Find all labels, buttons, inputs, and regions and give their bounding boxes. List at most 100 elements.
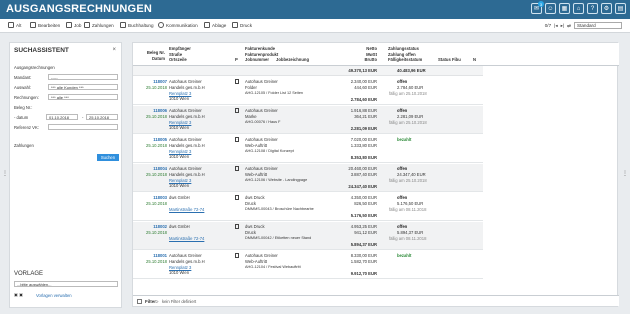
beleg-nr[interactable]: 118004 <box>147 166 167 172</box>
header-n[interactable]: N <box>473 57 476 63</box>
user-icon[interactable]: ☺ <box>545 3 556 14</box>
beleg-nr[interactable]: 118007 <box>147 79 167 85</box>
ortszeile: 1010 Wien <box>169 154 190 159</box>
sum-row: 49.370,13 EUR 40.483,96 EUR <box>133 66 483 76</box>
brutto: 24.347,40 EUR <box>348 184 377 189</box>
view-icon[interactable]: ⇄ <box>567 23 571 29</box>
mandant-select[interactable]: ----- <box>48 74 118 80</box>
copy-icon[interactable]: ▣ <box>19 292 23 297</box>
netto: 8.330,00 EUR <box>350 253 377 258</box>
referenz-field[interactable] <box>48 124 118 130</box>
close-icon[interactable]: × <box>112 47 116 53</box>
view-select[interactable]: Standard <box>574 22 622 29</box>
datum-label: - datum <box>14 115 29 120</box>
filter-bar: Filter: › kein Filter definiert <box>133 295 619 306</box>
grid-icon[interactable]: ▤ <box>615 3 626 14</box>
ausgangsrechnungen-link[interactable]: Ausgangsrechnungen <box>14 65 55 70</box>
table-row[interactable]: 118001 25.10.2018 Autohaus Greiner Hande… <box>133 251 483 279</box>
netto: 4.350,00 EUR <box>350 195 377 200</box>
filter-checkbox[interactable] <box>137 299 142 304</box>
vorlage-select[interactable]: ...bitte auswählen... <box>14 281 118 287</box>
zahlungsstatus: bezahlt <box>397 253 412 258</box>
search-assistant-panel: SUCHASSISTENT × Ausgangsrechnungen Manda… <box>9 42 122 308</box>
pdf-icon[interactable] <box>235 253 239 260</box>
netto: 7.020,00 EUR <box>350 137 377 142</box>
folder-icon <box>204 22 210 28</box>
search-button[interactable]: Suchen <box>97 154 119 161</box>
pdf-icon[interactable] <box>235 195 239 202</box>
home-icon[interactable]: ⌂ <box>573 3 584 14</box>
toolbar-buchhaltung[interactable]: Buchhaltung <box>120 22 154 28</box>
beleg-datum: 25.10.2018 <box>146 85 167 90</box>
fakturenkunde: Autohaus Greiner <box>245 137 278 142</box>
mwst: 3.887,40 EUR <box>350 172 377 177</box>
mail-icon[interactable]: ✉ 3 <box>531 1 544 14</box>
beleg-nr[interactable]: 118003 <box>147 195 167 201</box>
table-row[interactable]: 118002 25.10.2018 dws GmbH Martinstraße … <box>133 222 483 250</box>
pdf-icon[interactable] <box>235 137 239 144</box>
toolbar-ablage[interactable]: Ablage <box>204 22 226 28</box>
collapse-right-icon[interactable]: ⋮ <box>622 170 628 177</box>
ortszeile: 1010 Wien <box>169 183 190 188</box>
edit-icon <box>30 22 36 28</box>
zahlungen-label[interactable]: Zahlungen <box>14 143 34 148</box>
header-zahlungsstatus[interactable]: Zahlungsstatus Zahlung offen Fälligkeitsst… <box>388 46 422 63</box>
toolbar-druck[interactable]: Druck <box>232 22 252 28</box>
header-netto[interactable]: Netto MwSt Brutto <box>343 46 377 63</box>
back-icon <box>8 22 14 28</box>
rechnungen-select[interactable]: *** alle *** <box>48 94 118 100</box>
table-row[interactable]: 118007 25.10.2018 Autohaus Greiner Hande… <box>133 77 483 105</box>
toolbar-zahlungen[interactable]: Zahlungen <box>84 22 114 28</box>
strasse-link[interactable]: Martinstraße 72-74 <box>169 236 204 242</box>
netto: 2.340,00 EUR <box>350 79 377 84</box>
date-separator: - <box>82 115 84 120</box>
zahlungsstatus: offen <box>397 195 408 200</box>
empfaenger: Autohaus Greiner <box>169 253 202 258</box>
calendar-icon[interactable]: ▦ <box>559 3 570 14</box>
pdf-icon[interactable] <box>235 166 239 173</box>
table-row[interactable]: 118006 25.10.2018 Autohaus Greiner Hande… <box>133 106 483 134</box>
brutto: 8.353,80 EUR <box>350 155 377 160</box>
filter-arrow-icon[interactable]: › <box>157 299 159 304</box>
save-icon[interactable]: ▣ <box>14 292 18 297</box>
header-empfaenger[interactable]: Empfänger Straße Ortszeile <box>169 46 191 63</box>
help-icon[interactable]: ? <box>587 3 598 14</box>
toolbar-bearbeiten[interactable]: Bearbeiten <box>30 22 60 28</box>
beleg-nr[interactable]: 118001 <box>147 253 167 259</box>
auswahl-select[interactable]: *** alle Kunden *** <box>48 84 118 90</box>
ortszeile: 1010 Wien <box>169 96 190 101</box>
beleg-nr[interactable]: 118002 <box>147 224 167 230</box>
header-jobbezeichnung[interactable]: Jobbezeichnung <box>276 57 309 63</box>
toolbar-alt[interactable]: Alt <box>8 22 21 28</box>
mandant-label: Mandant: <box>14 75 32 80</box>
header-p[interactable]: P <box>235 57 238 63</box>
pdf-icon[interactable] <box>235 79 239 86</box>
toolbar-job[interactable]: Job <box>66 22 81 28</box>
vorlagen-verwalten-link[interactable]: Vorlagen verwalten <box>36 293 72 298</box>
pdf-icon[interactable] <box>235 224 239 231</box>
collapse-left-icon[interactable]: ⋮ <box>2 170 8 177</box>
settings-icon[interactable]: ⚙ <box>601 3 612 14</box>
beleg-datum: 25.10.2018 <box>146 114 167 119</box>
nav-next-icon[interactable]: ▸| <box>561 23 565 29</box>
sum-netto: 49.370,13 EUR <box>348 68 377 73</box>
beleg-nr[interactable]: 118005 <box>147 137 167 143</box>
table-row[interactable]: 118003 25.10.2018 dws GmbH Martinstraße … <box>133 193 483 221</box>
date-to-field[interactable]: 25.10.2018 <box>86 114 118 120</box>
strasse-link[interactable]: Martinstraße 72-74 <box>169 207 204 213</box>
table-row[interactable]: 118004 25.10.2018 Autohaus Greiner Hande… <box>133 164 483 192</box>
empfaenger: Autohaus Greiner <box>169 137 202 142</box>
fakturenkunde: Autohaus Greiner <box>245 166 278 171</box>
beleg-nr[interactable]: 118006 <box>147 108 167 114</box>
pdf-icon[interactable] <box>235 108 239 115</box>
date-from-field[interactable]: 01.10.2018 <box>46 114 78 120</box>
filter-label: Filter: <box>145 299 158 304</box>
zahlungsstatus: bezahlt <box>397 137 412 142</box>
nav-first-icon[interactable]: |◂ <box>554 23 558 29</box>
header-fakturenkunde[interactable]: Fakturenkunde Fakturenprodukt Jobnummer <box>245 46 278 63</box>
table-row[interactable]: 118005 25.10.2018 Autohaus Greiner Hande… <box>133 135 483 163</box>
header-status-fibu[interactable]: Status Fibu <box>438 57 461 63</box>
toolbar-kommunikation[interactable]: Kommunikation <box>158 22 198 28</box>
zahlungsstatus: offen <box>397 224 408 229</box>
header-beleg[interactable]: Beleg Nr. Datum <box>143 50 165 61</box>
